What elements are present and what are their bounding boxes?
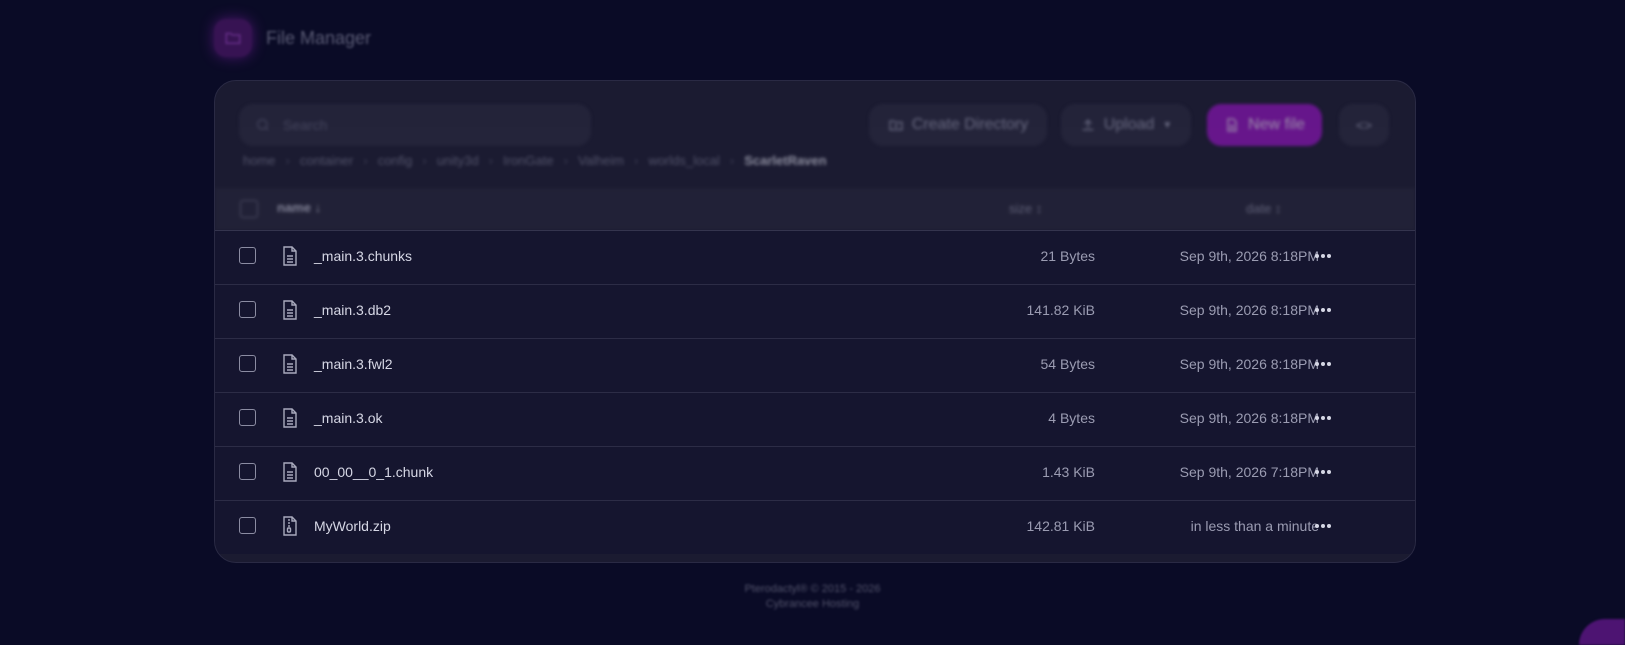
file-size: 54 Bytes: [1040, 356, 1095, 372]
file-row[interactable]: _main.3.fwl2 54 Bytes Sep 9th, 2026 8:18…: [215, 338, 1415, 392]
chevron-right-icon: ›: [633, 153, 639, 168]
chevron-down-icon: ▼: [1162, 119, 1173, 131]
breadcrumb-item[interactable]: IronGate: [503, 153, 554, 168]
folder-logo-icon: [214, 19, 252, 57]
breadcrumb-item[interactable]: unity3d: [437, 153, 479, 168]
file-row[interactable]: 00_00__0_1.chunk 1.43 KiB Sep 9th, 2026 …: [215, 446, 1415, 500]
file-row[interactable]: _main.3.db2 141.82 KiB Sep 9th, 2026 8:1…: [215, 284, 1415, 338]
search-icon: [257, 119, 269, 131]
file-size: 4 Bytes: [1048, 410, 1095, 426]
file-row[interactable]: _main.3.chunks 21 Bytes Sep 9th, 2026 8:…: [215, 230, 1415, 284]
more-options-icon[interactable]: [1309, 409, 1337, 427]
breadcrumb-item[interactable]: worlds_local: [648, 153, 720, 168]
table-header: name ↓ size ↕ date ↕: [215, 188, 1415, 230]
footer: Pterodactyl® © 2015 - 2026 Cybrancee Hos…: [0, 582, 1625, 612]
breadcrumb: home › container › config › unity3d › IronGa…: [243, 153, 827, 168]
file-list: _main.3.chunks 21 Bytes Sep 9th, 2026 8:…: [215, 230, 1415, 554]
toolbar: Create Directory Upload ▼ New file <> ho…: [215, 81, 1415, 181]
folder-plus-icon: [889, 120, 903, 131]
upload-button[interactable]: Upload ▼: [1061, 104, 1191, 146]
row-checkbox[interactable]: [239, 463, 256, 480]
file-date: Sep 9th, 2026 8:18PM: [1179, 410, 1319, 426]
file-size: 1.43 KiB: [1042, 464, 1095, 480]
file-text-icon: [283, 354, 297, 374]
file-name[interactable]: 00_00__0_1.chunk: [314, 464, 433, 480]
row-checkbox[interactable]: [239, 409, 256, 426]
file-row[interactable]: MyWorld.zip 142.81 KiB in less than a mi…: [215, 500, 1415, 554]
file-name[interactable]: _main.3.ok: [314, 410, 382, 426]
new-file-button[interactable]: New file: [1207, 104, 1322, 146]
code-icon: <>: [1355, 117, 1373, 133]
chevron-right-icon: ›: [488, 153, 494, 168]
file-date: in less than a minute: [1190, 518, 1319, 534]
chevron-right-icon: ›: [563, 153, 568, 168]
row-checkbox[interactable]: [239, 247, 256, 264]
search-box[interactable]: [239, 104, 591, 146]
chevron-right-icon: ›: [422, 153, 427, 168]
more-options-icon[interactable]: [1309, 355, 1337, 373]
breadcrumb-item[interactable]: Valheim: [578, 153, 624, 168]
file-archive-icon: [283, 516, 297, 536]
more-options-icon[interactable]: [1309, 301, 1337, 319]
file-date: Sep 9th, 2026 8:18PM: [1179, 356, 1319, 372]
chevron-right-icon: ›: [285, 153, 290, 168]
file-icon: [1227, 118, 1237, 132]
file-name[interactable]: MyWorld.zip: [314, 518, 391, 534]
file-size: 21 Bytes: [1040, 248, 1095, 264]
file-date: Sep 9th, 2026 7:18PM: [1179, 464, 1319, 480]
file-text-icon: [283, 246, 297, 266]
file-manager-card: Create Directory Upload ▼ New file <> ho…: [214, 80, 1416, 563]
row-checkbox[interactable]: [239, 355, 256, 372]
breadcrumb-item[interactable]: container: [300, 153, 353, 168]
file-date: Sep 9th, 2026 8:18PM: [1179, 302, 1319, 318]
file-text-icon: [283, 462, 297, 482]
footer-copyright[interactable]: Pterodactyl® © 2015 - 2026: [0, 582, 1625, 597]
file-name[interactable]: _main.3.db2: [314, 302, 391, 318]
date-column-header[interactable]: date ↕: [1246, 201, 1281, 216]
row-checkbox[interactable]: [239, 301, 256, 318]
search-input[interactable]: [281, 116, 565, 134]
upload-label: Upload: [1103, 116, 1155, 133]
file-size: 141.82 KiB: [1026, 302, 1096, 318]
file-name[interactable]: _main.3.chunks: [314, 248, 412, 264]
row-checkbox[interactable]: [239, 517, 256, 534]
file-size: 142.81 KiB: [1026, 518, 1096, 534]
code-toggle-button[interactable]: <>: [1339, 104, 1389, 146]
file-name[interactable]: _main.3.fwl2: [314, 356, 393, 372]
chevron-right-icon: ›: [729, 153, 735, 168]
size-column-header[interactable]: size ↕: [1009, 201, 1042, 216]
file-row[interactable]: _main.3.ok 4 Bytes Sep 9th, 2026 8:18PM: [215, 392, 1415, 446]
breadcrumb-current: ScarletRaven: [744, 153, 827, 168]
app-title: File Manager: [266, 27, 372, 48]
file-text-icon: [283, 408, 297, 428]
more-options-icon[interactable]: [1309, 247, 1337, 265]
new-file-label: New file: [1248, 116, 1305, 133]
file-text-icon: [283, 300, 297, 320]
chevron-right-icon: ›: [363, 153, 368, 168]
upload-icon: [1082, 119, 1094, 131]
create-directory-button[interactable]: Create Directory: [869, 104, 1047, 146]
file-manager-page: File Manager Create Directory Upload ▼ N…: [0, 0, 1625, 645]
more-options-icon[interactable]: [1309, 517, 1337, 535]
app-header: File Manager: [214, 18, 371, 58]
file-date: Sep 9th, 2026 8:18PM: [1179, 248, 1319, 264]
breadcrumb-item[interactable]: home: [243, 153, 276, 168]
footer-hosting[interactable]: Cybrancee Hosting: [0, 597, 1625, 612]
select-all-checkbox[interactable]: [240, 200, 258, 218]
corner-accent: [1579, 619, 1625, 645]
breadcrumb-item[interactable]: config: [378, 153, 413, 168]
create-directory-label: Create Directory: [911, 116, 1029, 133]
more-options-icon[interactable]: [1309, 463, 1337, 481]
name-column-header[interactable]: name ↓: [277, 200, 321, 215]
